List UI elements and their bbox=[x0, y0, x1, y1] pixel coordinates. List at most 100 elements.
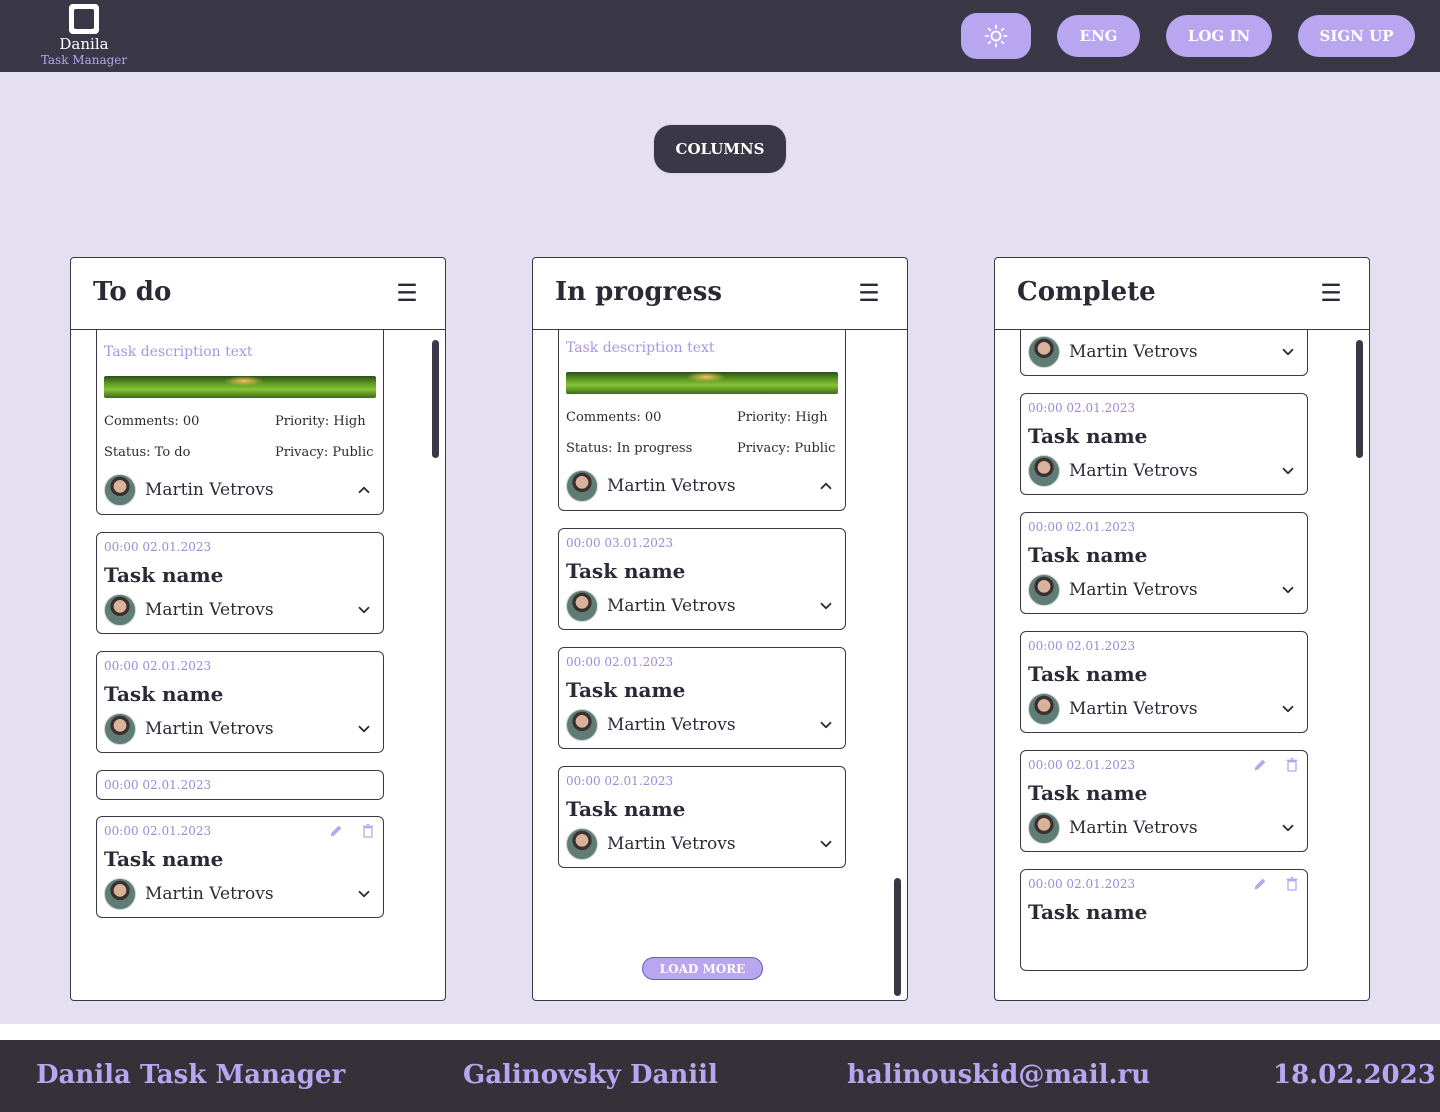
footer-email[interactable]: halinouskid@mail.ru bbox=[847, 1060, 1150, 1090]
task-name: Task name bbox=[104, 682, 224, 706]
task-name: Task name bbox=[104, 847, 224, 871]
task-card[interactable]: 00:00 02.01.2023 Task name Martin Vetrovs bbox=[1020, 512, 1308, 614]
login-button[interactable]: LOG IN bbox=[1166, 15, 1272, 57]
avatar bbox=[566, 828, 598, 860]
task-card[interactable]: 00:00 02.01.2023 Task name bbox=[1020, 869, 1308, 971]
task-date: 00:00 02.01.2023 bbox=[104, 659, 212, 673]
avatar bbox=[104, 594, 136, 626]
task-assignee: Martin Vetrovs bbox=[1028, 574, 1198, 606]
task-name: Task name bbox=[1028, 781, 1148, 805]
scrollbar-thumb[interactable] bbox=[1356, 340, 1363, 458]
task-date: 00:00 02.01.2023 bbox=[1028, 520, 1136, 534]
footer-app-name: Danila Task Manager bbox=[36, 1060, 346, 1090]
task-assignee: Martin Vetrovs bbox=[566, 709, 736, 741]
task-description: Task description text bbox=[104, 344, 253, 360]
menu-icon[interactable]: ☰ bbox=[395, 280, 419, 306]
chevron-down-icon[interactable] bbox=[355, 601, 373, 619]
chevron-up-icon[interactable] bbox=[355, 481, 373, 499]
column-title: To do bbox=[93, 277, 172, 307]
assignee-name: Martin Vetrovs bbox=[607, 715, 736, 735]
trash-icon[interactable] bbox=[360, 823, 376, 839]
app-logo[interactable]: Danila Task Manager bbox=[30, 4, 138, 67]
task-image bbox=[104, 376, 376, 398]
task-card[interactable]: 00:00 03 .01.2023Task nameTask descripti… bbox=[96, 330, 384, 515]
edit-icon[interactable] bbox=[1252, 876, 1268, 892]
task-assignee: Martin Vetrovs bbox=[566, 470, 736, 502]
task-card[interactable]: 00:00 02.01.2023 Task name Martin Vetrovs bbox=[558, 647, 846, 749]
task-card[interactable]: 00:00 02.01.2023 Task name Martin Vetrovs bbox=[1020, 631, 1308, 733]
task-card[interactable]: 00:00 03.01.2023Task nameMartin Vetrovs bbox=[1020, 330, 1308, 376]
avatar bbox=[566, 590, 598, 622]
column-card-list[interactable]: 00:00 03 .01.2023Task nameTask descripti… bbox=[71, 330, 445, 1000]
column-card-list[interactable]: LOAD MORE 00:00 02.01.2023Task nameTask … bbox=[533, 330, 907, 1000]
menu-icon[interactable]: ☰ bbox=[1319, 280, 1343, 306]
chevron-up-icon[interactable] bbox=[817, 477, 835, 495]
task-date: 00:00 02.01.2023 bbox=[566, 774, 674, 788]
avatar bbox=[1028, 455, 1060, 487]
theme-toggle-button[interactable] bbox=[961, 13, 1031, 59]
task-card[interactable]: 00:00 02.01.2023 Task name Martin Vetrovs bbox=[558, 766, 846, 868]
task-card[interactable]: 00:00 02.01.2023 Task name Martin Vetrovs bbox=[96, 532, 384, 634]
columns-button[interactable]: COLUMNS bbox=[653, 124, 787, 174]
column-card-list[interactable]: 00:00 03.01.2023Task nameMartin Vetrovs 0… bbox=[995, 330, 1369, 1000]
chevron-down-icon[interactable] bbox=[1279, 819, 1297, 837]
task-name: Task name bbox=[1028, 900, 1148, 924]
chevron-down-icon[interactable] bbox=[355, 885, 373, 903]
scrollbar-thumb[interactable] bbox=[432, 340, 439, 458]
menu-icon[interactable]: ☰ bbox=[857, 280, 881, 306]
task-card[interactable]: 00:00 02.01.2023Task nameTask descriptio… bbox=[558, 330, 846, 511]
avatar bbox=[1028, 812, 1060, 844]
assignee-name: Martin Vetrovs bbox=[1069, 818, 1198, 838]
assignee-name: Martin Vetrovs bbox=[145, 884, 274, 904]
chevron-down-icon[interactable] bbox=[355, 720, 373, 738]
trash-icon[interactable] bbox=[1284, 876, 1300, 892]
task-date: 00:00 02.01.2023 bbox=[104, 824, 212, 838]
task-card[interactable]: 00:00 02.01.2023 Task name Martin Vetrovs bbox=[1020, 393, 1308, 495]
assignee-name: Martin Vetrovs bbox=[1069, 461, 1198, 481]
task-assignee: Martin Vetrovs bbox=[104, 474, 274, 506]
chevron-down-icon[interactable] bbox=[1279, 700, 1297, 718]
assignee-name: Martin Vetrovs bbox=[145, 480, 274, 500]
task-comments: Comments: 00 bbox=[104, 414, 200, 429]
chevron-down-icon[interactable] bbox=[1279, 462, 1297, 480]
task-card[interactable]: 00:00 02.01.2023 Task name Martin Vetrovs bbox=[96, 651, 384, 753]
chevron-down-icon[interactable] bbox=[1279, 343, 1297, 361]
chevron-down-icon[interactable] bbox=[1279, 581, 1297, 599]
task-name: Task name bbox=[566, 559, 686, 583]
task-name: Task name bbox=[104, 563, 224, 587]
chevron-down-icon[interactable] bbox=[817, 835, 835, 853]
task-assignee: Martin Vetrovs bbox=[1028, 693, 1198, 725]
avatar bbox=[104, 474, 136, 506]
edit-icon[interactable] bbox=[1252, 757, 1268, 773]
language-button[interactable]: ENG bbox=[1057, 15, 1140, 57]
task-card[interactable]: 00:00 02.01.2023 Task name Martin Vetrovs bbox=[1020, 750, 1308, 852]
task-card[interactable]: 00:00 02.01.2023 Task name Martin Vetrovs bbox=[96, 816, 384, 918]
task-privacy: Privacy: Public bbox=[275, 445, 374, 460]
assignee-name: Martin Vetrovs bbox=[1069, 342, 1198, 362]
logo-subtitle: Task Manager bbox=[40, 53, 128, 67]
edit-icon[interactable] bbox=[328, 823, 344, 839]
column-header: Complete ☰ bbox=[995, 258, 1369, 330]
assignee-name: Martin Vetrovs bbox=[607, 476, 736, 496]
task-assignee: Martin Vetrovs bbox=[566, 828, 736, 860]
column-title: In progress bbox=[555, 277, 723, 307]
scrollbar-thumb[interactable] bbox=[894, 878, 901, 996]
column-complete: Complete ☰ 00:00 03.01.2023Task nameMart… bbox=[994, 257, 1370, 1001]
load-more-button[interactable]: LOAD MORE bbox=[642, 957, 763, 980]
signup-button[interactable]: SIGN UP bbox=[1298, 15, 1415, 57]
task-date: 00:00 02.01.2023 bbox=[566, 655, 674, 669]
task-card[interactable]: 00:00 03.01.2023Task nameMartin Vetrovs bbox=[558, 528, 846, 630]
task-assignee: Martin Vetrovs bbox=[104, 594, 274, 626]
task-card[interactable]: 00:00 02.01.2023 bbox=[96, 770, 384, 800]
avatar bbox=[104, 713, 136, 745]
column-in-progress: In progress ☰ LOAD MORE 00:00 02.01.2023… bbox=[532, 257, 908, 1001]
assignee-name: Martin Vetrovs bbox=[1069, 699, 1198, 719]
task-assignee: Martin Vetrovs bbox=[1028, 336, 1198, 368]
column-title: Complete bbox=[1017, 277, 1156, 307]
chevron-down-icon[interactable] bbox=[817, 716, 835, 734]
trash-icon[interactable] bbox=[1284, 757, 1300, 773]
task-image bbox=[566, 372, 838, 394]
assignee-name: Martin Vetrovs bbox=[607, 596, 736, 616]
chevron-down-icon[interactable] bbox=[817, 597, 835, 615]
avatar bbox=[1028, 693, 1060, 725]
